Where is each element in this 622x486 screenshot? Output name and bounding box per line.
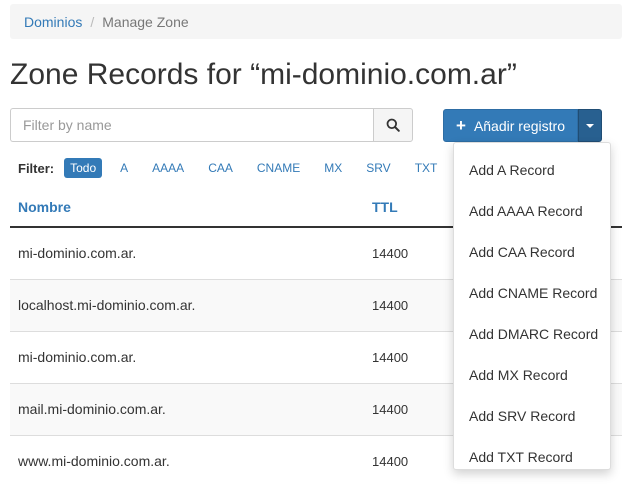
filter-label: Filter: [18,160,55,176]
filter-aaaa[interactable]: AAAA [146,158,190,178]
search-button[interactable] [373,108,413,142]
record-name: localhost.mi-dominio.com.ar. [10,278,360,331]
menu-item-add-txt-record[interactable]: Add TXT Record [454,436,610,477]
menu-item-add-mx-record[interactable]: Add MX Record [454,354,610,395]
breadcrumb-current: Manage Zone [102,13,189,30]
record-name: mi-dominio.com.ar. [10,330,360,383]
record-name: mi-dominio.com.ar. [10,226,360,279]
filter-cname[interactable]: CNAME [251,158,306,178]
filter-srv[interactable]: SRV [360,158,396,178]
record-name: mail.mi-dominio.com.ar. [10,382,360,435]
menu-item-add-aaaa-record[interactable]: Add AAAA Record [454,190,610,231]
add-record-button[interactable]: + Añadir registro [443,109,578,142]
add-record-dropdown-toggle[interactable] [577,109,602,142]
page-title: Zone Records for “mi-dominio.com.ar” [10,58,517,91]
filter-txt[interactable]: TXT [409,158,444,178]
breadcrumb-link-dominios[interactable]: Dominios [24,14,82,30]
menu-item-add-a-record[interactable]: Add A Record [454,149,610,190]
menu-item-add-caa-record[interactable]: Add CAA Record [454,231,610,272]
record-type-filter: Filter: Todo A AAAA CAA CNAME MX SRV TXT [18,157,455,179]
menu-item-add-dmarc-record[interactable]: Add DMARC Record [454,313,610,354]
filter-mx[interactable]: MX [318,158,348,178]
breadcrumb-separator: / [90,13,95,30]
add-record-label: Añadir registro [473,117,565,134]
record-name: www.mi-dominio.com.ar. [10,434,360,486]
menu-item-add-cname-record[interactable]: Add CNAME Record [454,272,610,313]
add-record-group: + Añadir registro [443,109,602,142]
plus-icon: + [456,116,466,135]
search-group [10,108,413,142]
breadcrumb: Dominios / Manage Zone [10,4,622,39]
filter-a[interactable]: A [114,158,134,178]
menu-item-add-srv-record[interactable]: Add SRV Record [454,395,610,436]
search-icon [386,118,400,132]
add-record-menu: Add A Record Add AAAA Record Add CAA Rec… [453,142,611,470]
filter-todo[interactable]: Todo [64,158,103,178]
filter-caa[interactable]: CAA [202,158,239,178]
caret-down-icon [585,123,594,128]
search-input[interactable] [10,108,373,142]
column-header-name[interactable]: Nombre [10,188,360,228]
